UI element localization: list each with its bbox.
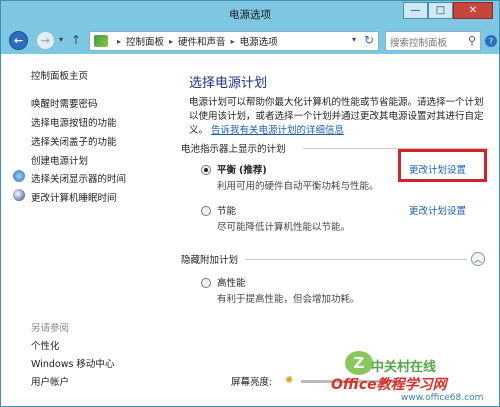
up-arrow-icon[interactable]: ↑ (71, 33, 81, 47)
watermark-logo-icon: Z (345, 351, 373, 375)
back-button[interactable]: ← (9, 31, 28, 50)
sidebar-item-power-button[interactable]: 选择电源按钮的功能 (31, 115, 117, 129)
main-panel: 选择电源计划 电源计划可以帮助你最大化计算机的性能或节省能源。请选择一个计划以使… (171, 54, 499, 406)
sidebar-item-mobility-center[interactable]: Windows 移动中心 (31, 356, 114, 370)
collapse-chevron-icon[interactable]: ︿ (471, 252, 485, 266)
address-bar[interactable]: ▸ 控制面板 ▸ 硬件和声音 ▸ 电源选项 ▾ ↻ (89, 31, 379, 51)
plan-balanced-name: 平衡 (推荐) (217, 165, 267, 176)
breadcrumb-separator-icon: ▸ (230, 36, 235, 46)
window: 电源选项 — □ ✕ ← → ▾ ↑ ▸ 控制面板 ▸ 硬件和声音 ▸ 电源选项… (0, 0, 500, 407)
breadcrumb-control-panel[interactable]: 控制面板 (126, 34, 164, 48)
learn-more-link[interactable]: 告诉我有关电源计划的详细信息 (211, 125, 344, 136)
monitor-icon (13, 170, 25, 182)
page-description: 电源计划可以帮助你最大化计算机的性能或节省能源。请选择一个计划以使用该计划，或者… (189, 96, 489, 138)
sidebar-item-personalization[interactable]: 个性化 (31, 338, 60, 352)
recent-pages-dropdown-icon[interactable]: ▾ (59, 35, 63, 44)
plan-high-performance-desc: 有利于提高性能，但会增加功耗。 (217, 294, 360, 305)
breadcrumb-hardware-sound[interactable]: 硬件和声音 (178, 34, 226, 48)
highlight-box (398, 149, 487, 182)
sidebar: 控制面板主页 唤醒时需要密码 选择电源按钮的功能 选择关闭盖子的功能 创建电源计… (1, 54, 171, 406)
breadcrumb-separator-icon: ▸ (169, 36, 174, 46)
address-dropdown-icon[interactable]: ▾ (352, 35, 356, 44)
title-bar: 电源选项 — □ ✕ (1, 1, 499, 28)
brightness-sun-icon: ✺ (285, 375, 294, 386)
sidebar-item-require-password[interactable]: 唤醒时需要密码 (31, 96, 98, 110)
watermark-site: Office教程学习网 (331, 377, 447, 393)
sidebar-item-create-plan[interactable]: 创建电源计划 (31, 153, 88, 167)
plan-high-performance-name: 高性能 (217, 278, 246, 289)
sleep-moon-icon (13, 189, 25, 201)
search-placeholder: 搜索控制面板 (390, 38, 448, 49)
address-bar-row: ← → ▾ ↑ ▸ 控制面板 ▸ 硬件和声音 ▸ 电源选项 ▾ ↻ 搜索控制面板… (1, 28, 499, 54)
search-icon[interactable]: ⚲ (468, 34, 476, 47)
plan-power-saver-desc: 尽可能降低计算机性能以节能。 (217, 222, 351, 233)
page-title: 选择电源计划 (189, 76, 268, 91)
watermark-brand: 中关村在线 (371, 360, 437, 375)
help-icon[interactable]: ? (485, 35, 497, 47)
change-plan-settings-saver-link[interactable]: 更改计划设置 (409, 203, 466, 217)
minimize-button[interactable]: — (403, 2, 428, 19)
see-also-label: 另请参阅 (31, 323, 70, 334)
maximize-button[interactable]: □ (428, 2, 453, 19)
sidebar-home-link[interactable]: 控制面板主页 (31, 68, 88, 82)
plan-balanced-desc: 利用可用的硬件自动平衡功耗与性能。 (217, 181, 379, 192)
close-button[interactable]: ✕ (453, 2, 493, 19)
refresh-icon[interactable]: ↻ (364, 33, 374, 47)
content-area: 控制面板主页 唤醒时需要密码 选择电源按钮的功能 选择关闭盖子的功能 创建电源计… (1, 54, 499, 406)
group-divider (245, 259, 467, 260)
sidebar-item-lid[interactable]: 选择关闭盖子的功能 (31, 134, 117, 148)
breadcrumb-power-options[interactable]: 电源选项 (240, 34, 278, 48)
plan-balanced-radio[interactable] (201, 165, 211, 175)
plan-power-saver-name: 节能 (217, 206, 237, 217)
battery-plans-group-label: 电池指示器上显示的计划 (181, 144, 286, 155)
hidden-plans-label: 隐藏附加计划 (181, 255, 239, 266)
watermark-url: www.office68.com (401, 393, 484, 403)
sidebar-item-sleep[interactable]: 更改计算机睡眠时间 (31, 190, 117, 204)
forward-button[interactable]: → (36, 31, 55, 50)
search-input[interactable]: 搜索控制面板 ⚲ (385, 31, 481, 51)
sidebar-item-display-off[interactable]: 选择关闭显示器的时间 (31, 171, 126, 185)
window-controls: — □ ✕ (403, 2, 493, 19)
brightness-label: 屏幕亮度: (231, 377, 273, 388)
plan-high-performance-radio[interactable] (201, 278, 211, 288)
sidebar-item-user-accounts[interactable]: 用户帐户 (31, 374, 69, 388)
control-panel-icon (94, 35, 108, 47)
plan-power-saver-radio[interactable] (201, 206, 211, 216)
breadcrumb-separator-icon: ▸ (117, 36, 122, 46)
